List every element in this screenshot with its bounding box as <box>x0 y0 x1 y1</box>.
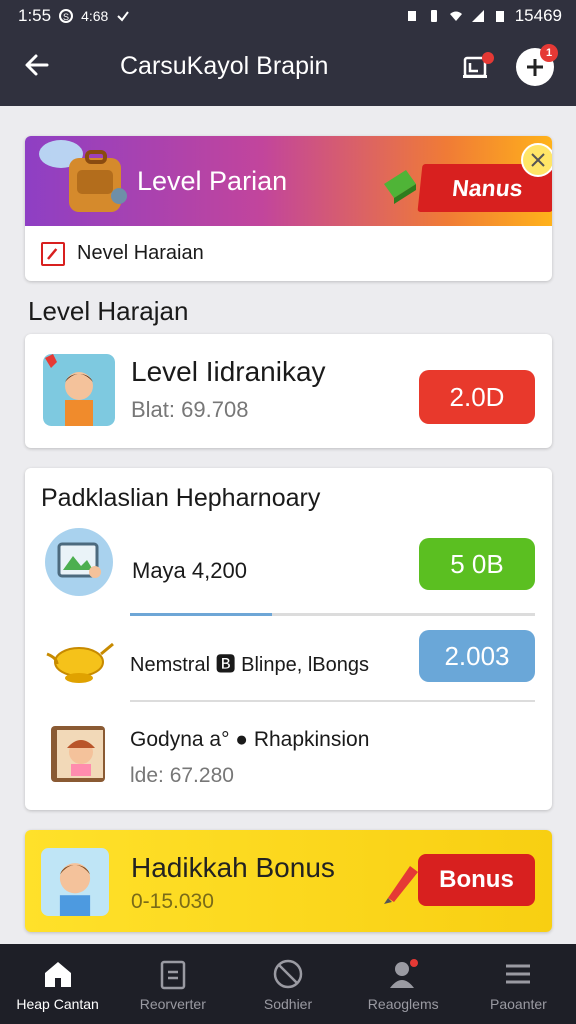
list-item[interactable]: Nemstral 🅱 Blinpe, lBongs 2.003 <box>25 626 552 700</box>
status-time: 1:55 <box>18 6 52 25</box>
book-avatar-icon <box>51 726 105 782</box>
bonus-title: Hadikkah Bonus <box>131 852 335 883</box>
nav-item-sodhier[interactable]: Sodhier <box>230 944 345 1024</box>
bottom-nav: Heap Cantan Reorverter Sodhier Reaoglems… <box>0 944 576 1024</box>
progress-fill <box>130 613 272 616</box>
list-item-text: Maya 4,200 <box>132 558 247 583</box>
progress-card: Padklaslian Hepharnoary Maya 4,200 5 0B … <box>25 468 552 810</box>
clipboard-icon <box>160 960 186 990</box>
check-icon <box>117 11 130 22</box>
mute-icon <box>407 11 416 21</box>
home-icon <box>44 962 71 987</box>
backpack-icon <box>39 140 127 212</box>
banner-subtitle-row[interactable]: Nevel Haraian <box>25 226 552 281</box>
banner-title: Level Parian <box>137 166 288 196</box>
bonus-button[interactable]: Bonus <box>418 854 535 906</box>
progress-bar <box>130 613 535 616</box>
genie-lamp-icon <box>46 642 114 683</box>
progress-card-title: Padklaslian Hepharnoary <box>41 484 321 512</box>
level-name: Level Iidranikay <box>131 356 326 387</box>
edit-icon <box>41 241 65 266</box>
level-card[interactable]: Level Iidranikay Blat: 69.708 2.0D <box>25 334 552 448</box>
bonus-sub: 0-15.030 <box>131 890 214 913</box>
avatar <box>43 354 115 426</box>
list-item-text: Godyna a° ● Rhapkinsion <box>130 728 370 751</box>
wifi-icon <box>449 11 462 21</box>
ban-icon <box>273 959 303 989</box>
section-heading: Level Harajan <box>28 296 189 326</box>
kid-avatar <box>41 848 109 916</box>
app-title: CarsuKayol Brapin <box>120 52 329 80</box>
app-bar: CarsuKayol Brapin 1 <box>0 40 576 96</box>
list-item[interactable]: Godyna a° ● Rhapkinsion lde: 67.280 <box>25 714 552 804</box>
notification-dot <box>482 52 494 64</box>
list-item-value-button[interactable]: 2.003 <box>419 630 535 682</box>
vibrate-icon <box>430 10 437 22</box>
notifications-button[interactable] <box>456 48 494 86</box>
bonus-card[interactable]: Hadikkah Bonus 0-15.030 Bonus <box>25 830 552 932</box>
add-button[interactable]: 1 <box>516 44 558 86</box>
list-item-text: Nemstral 🅱 Blinpe, lBongs <box>130 654 369 676</box>
level-value-button[interactable]: 2.0D <box>419 370 535 424</box>
status-battery: 15469 <box>514 6 562 25</box>
badge: 1 <box>540 44 558 62</box>
nav-label: Sodhier <box>263 996 313 1012</box>
status-bar: 1:55 S 4:68 15469 <box>18 4 562 28</box>
back-arrow-icon[interactable] <box>22 50 52 80</box>
close-icon[interactable] <box>520 142 552 178</box>
list-item-value-button[interactable]: 5 0B <box>419 538 535 590</box>
nav-item-reorverter[interactable]: Reorverter <box>115 944 230 1024</box>
list-item[interactable]: Maya 4,200 5 0B <box>25 526 552 610</box>
nav-label: Reorverter <box>139 996 206 1012</box>
nav-item-paoanter[interactable]: Paoanter <box>461 944 576 1024</box>
top-bar: 1:55 S 4:68 15469 CarsuKayol Brapin 1 <box>0 0 576 106</box>
level-sub: Blat: 69.708 <box>131 397 249 422</box>
user-icon <box>390 959 419 988</box>
photo-icon <box>45 528 113 596</box>
nav-label: Heap Cantan <box>16 996 99 1012</box>
menu-icon <box>506 964 531 984</box>
gift-icon <box>384 170 416 204</box>
signal-icon <box>471 10 484 22</box>
svg-text:S: S <box>63 12 69 22</box>
nav-item-reaoglems[interactable]: Reaoglems <box>346 944 461 1024</box>
battery-icon <box>495 11 504 22</box>
banner-subtitle: Nevel Haraian <box>77 242 204 264</box>
status-net: 4:68 <box>81 8 109 24</box>
pencil-icon <box>384 866 418 904</box>
promo-banner[interactable]: Level Parian Nanus <box>25 136 552 226</box>
divider <box>130 700 535 702</box>
banner-card: Level Parian Nanus Nevel Haraian <box>25 136 552 281</box>
nav-item-home[interactable]: Heap Cantan <box>0 944 115 1024</box>
nav-label: Paoanter <box>490 996 547 1012</box>
notification-icon: S <box>59 9 74 23</box>
nav-label: Reaoglems <box>367 996 439 1012</box>
list-item-sub: lde: 67.280 <box>130 764 234 787</box>
